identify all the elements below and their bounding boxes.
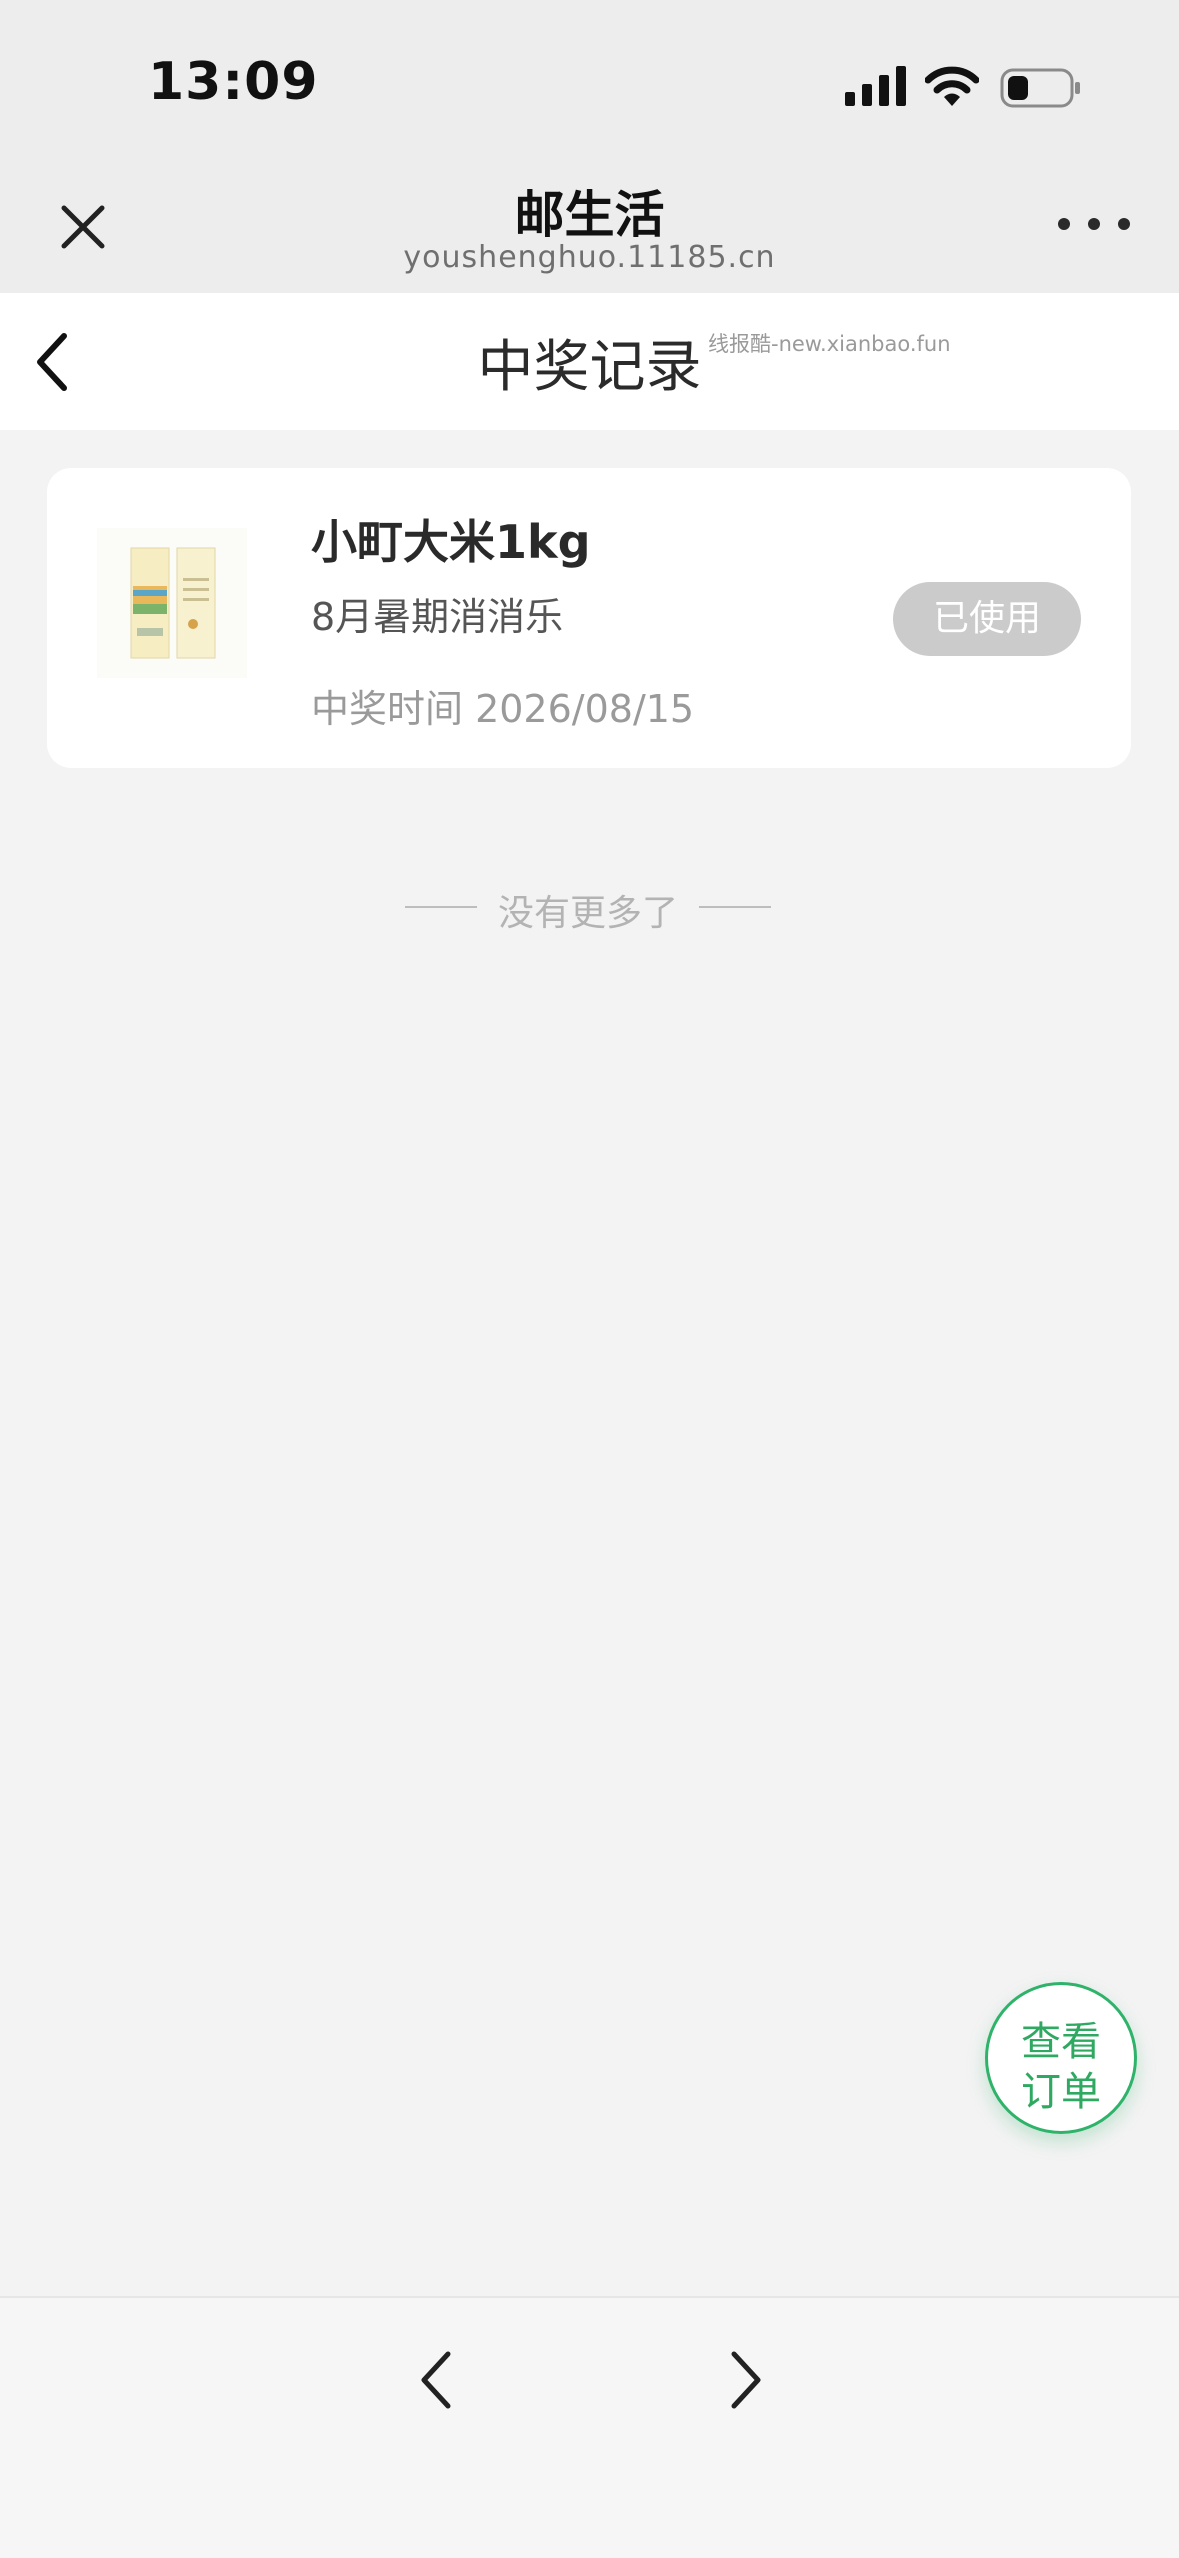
list-end-indicator: 没有更多了: [405, 884, 771, 934]
dot: [1058, 218, 1070, 230]
prize-name: 小町大米1kg: [311, 515, 591, 569]
site-title: 邮生活: [514, 186, 665, 244]
status-time: 13:09: [148, 52, 319, 112]
status-badge: 已使用: [893, 582, 1081, 656]
nav-forward-icon[interactable]: [712, 2340, 772, 2420]
dot: [1118, 218, 1130, 230]
page-title: 中奖记录: [477, 335, 702, 400]
divider: [699, 906, 771, 908]
signal-icon: [845, 66, 906, 106]
list-end-text: 没有更多了: [497, 893, 678, 934]
activity-name: 8月暑期消消乐: [311, 595, 564, 639]
bottom-navigation-bar: [0, 2296, 1179, 2558]
battery-icon: [1000, 68, 1080, 108]
watermark: 线报酷-new.xianbao.fun: [708, 332, 951, 356]
site-url: youshenghuo.11185.cn: [403, 240, 776, 275]
nav-back-icon[interactable]: [410, 2340, 470, 2420]
divider: [405, 906, 477, 908]
rice-product-image: [97, 528, 247, 678]
view-orders-button[interactable]: 查看 订单: [985, 1982, 1137, 2134]
wifi-icon: [925, 66, 979, 106]
more-options-icon[interactable]: [1058, 213, 1130, 235]
dot: [1088, 218, 1100, 230]
win-time: 中奖时间 2026/08/15: [311, 687, 695, 731]
fab-label-line2: 订单: [1021, 2069, 1101, 2115]
